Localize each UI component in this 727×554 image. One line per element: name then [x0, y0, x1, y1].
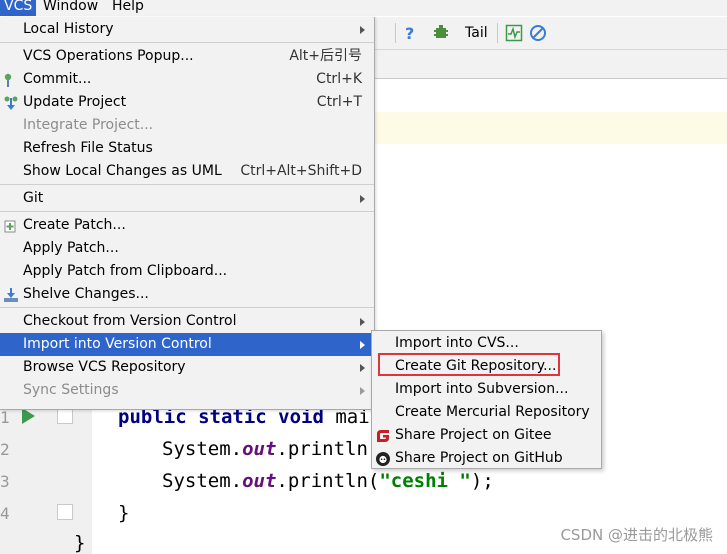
github-icon	[375, 451, 391, 467]
line-number: 4	[0, 504, 10, 523]
editor-tabs	[375, 50, 727, 79]
menu-item-shelve-changes[interactable]: Shelve Changes...	[0, 283, 374, 306]
menu-vcs[interactable]: VCS	[0, 0, 37, 16]
toolbar-separator	[395, 23, 396, 43]
fold-marker-icon[interactable]	[57, 504, 73, 520]
menu-item-apply-patch[interactable]: Apply Patch...	[0, 237, 374, 260]
menu-item-import-into-vc[interactable]: Import into Version Control	[0, 333, 374, 356]
patch-icon	[3, 218, 19, 234]
line-number: 2	[0, 440, 10, 459]
commit-icon	[3, 72, 19, 88]
code-line[interactable]: System.out.println("ceshi ");	[162, 470, 494, 492]
menu-window[interactable]: Window	[39, 0, 102, 16]
menu-item-git[interactable]: Git	[0, 187, 374, 210]
help-icon[interactable]: ?	[402, 24, 418, 43]
plugin-icon[interactable]	[432, 24, 450, 42]
gitee-icon	[375, 428, 391, 444]
menu-item-vcs-operations-popup[interactable]: VCS Operations Popup... Alt+后引号	[0, 45, 374, 68]
tail-button[interactable]: Tail	[465, 24, 488, 42]
menu-item-browse-vcs-repository[interactable]: Browse VCS Repository	[0, 356, 374, 379]
menu-help[interactable]: Help	[108, 0, 148, 16]
submenu-item-import-cvs[interactable]: Import into CVS...	[372, 332, 601, 355]
menu-item-refresh-file-status[interactable]: Refresh File Status	[0, 137, 374, 160]
submenu-arrow-icon	[360, 364, 365, 372]
code-line[interactable]: }	[118, 502, 129, 524]
submenu-arrow-icon	[360, 318, 365, 326]
fold-marker-icon[interactable]	[57, 408, 73, 424]
no-entry-icon[interactable]	[529, 24, 547, 42]
submenu-item-share-github[interactable]: Share Project on GitHub	[372, 447, 601, 470]
menu-item-update-project[interactable]: Update Project Ctrl+T	[0, 91, 374, 114]
menu-item-checkout-from-vc[interactable]: Checkout from Version Control	[0, 310, 374, 333]
menu-separator	[0, 307, 374, 308]
update-icon	[3, 95, 19, 111]
submenu-item-create-mercurial-repository[interactable]: Create Mercurial Repository	[372, 401, 601, 424]
submenu-item-import-subversion[interactable]: Import into Subversion...	[372, 378, 601, 401]
code-line[interactable]: System.out.println(	[162, 438, 379, 460]
submenu-item-share-gitee[interactable]: Share Project on Gitee	[372, 424, 601, 447]
run-icon[interactable]	[22, 408, 35, 424]
menu-item-create-patch[interactable]: Create Patch...	[0, 214, 374, 237]
highlight-box	[378, 353, 560, 376]
menu-separator	[0, 211, 374, 212]
activity-icon[interactable]	[505, 24, 523, 42]
svg-text:?: ?	[405, 24, 414, 42]
menu-separator	[0, 42, 374, 43]
menu-item-apply-patch-clipboard[interactable]: Apply Patch from Clipboard...	[0, 260, 374, 283]
line-number: 1	[0, 408, 10, 427]
menu-separator	[0, 184, 374, 185]
vcs-menu: Local History VCS Operations Popup... Alt…	[0, 17, 375, 410]
line-number: 3	[0, 472, 10, 491]
submenu-arrow-icon	[360, 341, 365, 349]
submenu-arrow-icon	[360, 387, 365, 395]
toolbar-separator	[497, 23, 498, 43]
menu-item-commit[interactable]: Commit... Ctrl+K	[0, 68, 374, 91]
menu-item-sync-settings[interactable]: Sync Settings	[0, 379, 374, 402]
shelve-icon	[3, 287, 19, 303]
menu-bar: VCS Window Help	[0, 0, 727, 16]
code-line[interactable]: }	[74, 532, 85, 554]
menu-item-integrate-project[interactable]: Integrate Project...	[0, 114, 374, 137]
menu-item-show-local-changes-uml[interactable]: Show Local Changes as UML Ctrl+Alt+Shift+…	[0, 160, 374, 183]
submenu-arrow-icon	[360, 195, 365, 203]
current-line-highlight	[375, 112, 727, 144]
toolbar: ? Tail	[375, 17, 727, 50]
import-submenu: Import into CVS... Create Git Repository…	[371, 330, 602, 469]
menu-item-local-history[interactable]: Local History	[0, 18, 374, 41]
watermark: CSDN @进击的北极熊	[560, 526, 713, 544]
submenu-arrow-icon	[360, 26, 365, 34]
